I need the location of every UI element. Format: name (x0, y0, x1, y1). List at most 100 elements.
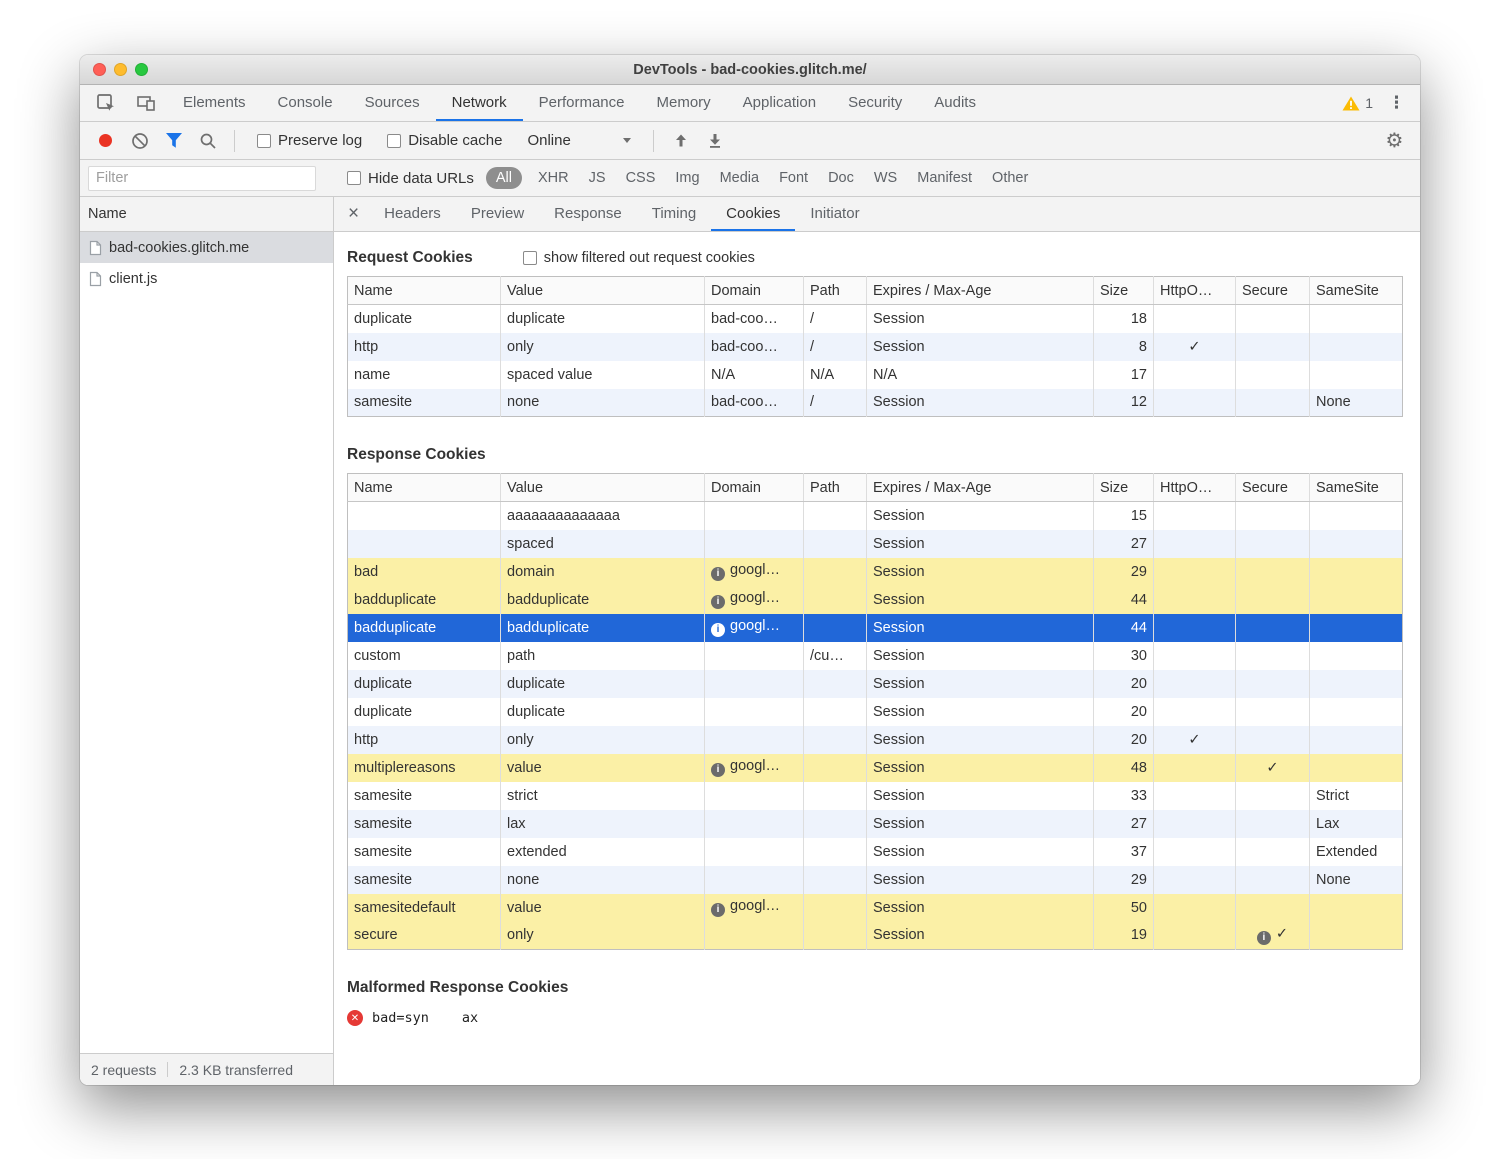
column-header-secure[interactable]: Secure (1236, 277, 1310, 305)
cookie-row[interactable]: aaaaaaaaaaaaaaSession15 (348, 502, 1403, 530)
cookie-row[interactable]: badduplicatebadduplicateigoogl…Session44 (348, 614, 1403, 642)
column-header-name[interactable]: Name (348, 277, 501, 305)
minimize-window-button[interactable] (114, 63, 127, 76)
tab-preview[interactable]: Preview (456, 197, 539, 231)
filter-pill-all[interactable]: All (486, 167, 522, 189)
filter-pill-js[interactable]: JS (582, 167, 613, 189)
column-header-path[interactable]: Path (804, 277, 867, 305)
tab-performance[interactable]: Performance (523, 85, 641, 121)
tab-response[interactable]: Response (539, 197, 637, 231)
record-button[interactable] (92, 127, 119, 154)
filter-pill-font[interactable]: Font (772, 167, 815, 189)
tab-audits[interactable]: Audits (918, 85, 992, 121)
cookie-row[interactable]: custompath/cu…Session30 (348, 642, 1403, 670)
column-header-domain[interactable]: Domain (705, 474, 804, 502)
tab-cookies[interactable]: Cookies (711, 197, 795, 231)
filter-toggle-button[interactable] (160, 127, 187, 154)
filter-pill-other[interactable]: Other (985, 167, 1035, 189)
filter-pill-img[interactable]: Img (668, 167, 706, 189)
cookie-row[interactable]: secureonlySession19i✓ (348, 922, 1403, 950)
tab-headers[interactable]: Headers (369, 197, 456, 231)
filter-pill-ws[interactable]: WS (867, 167, 904, 189)
search-button[interactable] (194, 127, 221, 154)
cookie-row[interactable]: httponlySession20✓ (348, 726, 1403, 754)
cookie-row[interactable]: baddomainigoogl…Session29 (348, 558, 1403, 586)
column-header-samesite[interactable]: SameSite (1310, 277, 1403, 305)
column-header-name[interactable]: Name (348, 474, 501, 502)
column-header-httpo[interactable]: HttpO… (1154, 474, 1236, 502)
request-item-client-js[interactable]: client.js (80, 263, 333, 294)
cookie-row[interactable]: samesitelaxSession27Lax (348, 810, 1403, 838)
throttling-select[interactable]: Online (527, 132, 631, 149)
preserve-log-checkbox[interactable]: Preserve log (257, 132, 362, 149)
cell-value: extended (501, 838, 705, 866)
filter-input[interactable] (88, 166, 316, 191)
filter-pill-doc[interactable]: Doc (821, 167, 861, 189)
tab-memory[interactable]: Memory (641, 85, 727, 121)
info-icon[interactable]: i (711, 903, 725, 917)
filter-pill-css[interactable]: CSS (619, 167, 663, 189)
clear-button[interactable] (126, 127, 153, 154)
cookie-row[interactable]: namespaced valueN/AN/AN/A17 (348, 361, 1403, 389)
tab-timing[interactable]: Timing (637, 197, 711, 231)
info-icon[interactable]: i (711, 595, 725, 609)
hide-data-urls-checkbox[interactable]: Hide data URLs (347, 170, 474, 187)
export-har-button[interactable] (701, 127, 728, 154)
device-toolbar-icon[interactable] (132, 90, 159, 117)
cell-name (348, 530, 501, 558)
tab-console[interactable]: Console (262, 85, 349, 121)
cookie-row[interactable]: samesitedefaultvalueigoogl…Session50 (348, 894, 1403, 922)
close-detail-icon[interactable]: × (334, 197, 369, 231)
column-header-value[interactable]: Value (501, 474, 705, 502)
import-har-button[interactable] (667, 127, 694, 154)
disable-cache-checkbox[interactable]: Disable cache (387, 132, 502, 149)
column-header-httpo[interactable]: HttpO… (1154, 277, 1236, 305)
cookie-row[interactable]: samesiteextendedSession37Extended (348, 838, 1403, 866)
request-item-bad-cookies[interactable]: bad-cookies.glitch.me (80, 232, 333, 263)
requests-column-header[interactable]: Name (80, 197, 333, 232)
tab-security[interactable]: Security (832, 85, 918, 121)
filter-pill-xhr[interactable]: XHR (531, 167, 576, 189)
column-header-expires-max-age[interactable]: Expires / Max-Age (867, 474, 1094, 502)
settings-gear-icon[interactable]: ⚙ (1381, 127, 1408, 154)
tab-elements[interactable]: Elements (167, 85, 262, 121)
column-header-samesite[interactable]: SameSite (1310, 474, 1403, 502)
info-icon[interactable]: i (1257, 931, 1271, 945)
cookie-row[interactable]: samesitenoneSession29None (348, 866, 1403, 894)
tab-sources[interactable]: Sources (349, 85, 436, 121)
info-icon[interactable]: i (711, 623, 725, 637)
column-header-secure[interactable]: Secure (1236, 474, 1310, 502)
inspect-element-icon[interactable] (92, 90, 119, 117)
cookie-row[interactable]: samesitestrictSession33Strict (348, 782, 1403, 810)
filter-pill-manifest[interactable]: Manifest (910, 167, 979, 189)
filter-pill-media[interactable]: Media (713, 167, 767, 189)
hide-data-urls-label: Hide data URLs (368, 170, 474, 187)
cookie-row[interactable]: httponlybad-coo…/Session8✓ (348, 333, 1403, 361)
cookie-row[interactable]: samesitenonebad-coo…/Session12None (348, 389, 1403, 417)
zoom-window-button[interactable] (135, 63, 148, 76)
tab-network[interactable]: Network (436, 85, 523, 121)
column-header-path[interactable]: Path (804, 474, 867, 502)
column-header-value[interactable]: Value (501, 277, 705, 305)
cell-secure (1236, 838, 1310, 866)
cookie-row[interactable]: multiplereasonsvalueigoogl…Session48✓ (348, 754, 1403, 782)
column-header-expires-max-age[interactable]: Expires / Max-Age (867, 277, 1094, 305)
cookie-row[interactable]: badduplicatebadduplicateigoogl…Session44 (348, 586, 1403, 614)
info-icon[interactable]: i (711, 763, 725, 777)
cookie-row[interactable]: duplicateduplicateSession20 (348, 670, 1403, 698)
show-filtered-checkbox[interactable]: show filtered out request cookies (523, 250, 755, 266)
tab-initiator[interactable]: Initiator (795, 197, 874, 231)
more-options-icon[interactable]: ⋮ (1388, 93, 1405, 113)
tab-application[interactable]: Application (727, 85, 832, 121)
cookie-row[interactable]: duplicateduplicatebad-coo…/Session18 (348, 305, 1403, 333)
warning-indicator[interactable]: 1 (1342, 95, 1373, 111)
cookie-row[interactable]: duplicateduplicateSession20 (348, 698, 1403, 726)
info-icon[interactable]: i (711, 567, 725, 581)
column-header-size[interactable]: Size (1094, 474, 1154, 502)
column-header-domain[interactable]: Domain (705, 277, 804, 305)
close-window-button[interactable] (93, 63, 106, 76)
cell-path (804, 922, 867, 950)
column-header-size[interactable]: Size (1094, 277, 1154, 305)
cookie-row[interactable]: spacedSession27 (348, 530, 1403, 558)
window-title: DevTools - bad-cookies.glitch.me/ (633, 62, 866, 78)
